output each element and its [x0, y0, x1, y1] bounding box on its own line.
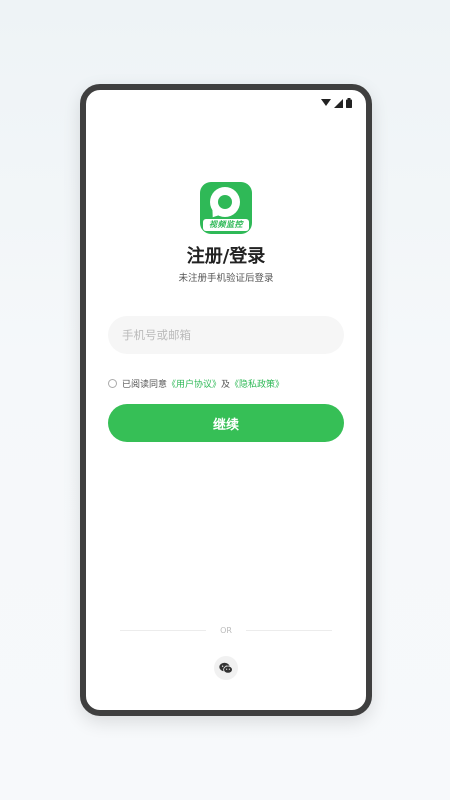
privacy-policy-link[interactable]: 《隐私政策》	[230, 377, 284, 390]
logo-text: 视频监控	[203, 219, 249, 231]
or-divider: OR	[120, 626, 333, 635]
agree-prefix: 已阅读同意	[122, 380, 168, 390]
agreement-row: 已阅读同意 《用户协议》 及 《隐私政策》	[108, 377, 284, 390]
or-label: OR	[220, 626, 232, 635]
signal-icon	[334, 98, 343, 108]
battery-icon	[346, 98, 352, 108]
wechat-login-button[interactable]	[214, 656, 238, 680]
app-logo: 视频监控	[200, 182, 252, 234]
continue-button[interactable]: 继续	[108, 404, 344, 442]
wechat-icon	[219, 662, 233, 674]
page-subtitle: 未注册手机验证后登录	[178, 273, 274, 284]
agree-checkbox[interactable]	[108, 379, 117, 388]
user-agreement-link[interactable]: 《用户协议》	[167, 377, 221, 390]
phone-frame: 视频监控 注册/登录 未注册手机验证后登录 已阅读同意 《用户协议》 及 《隐私…	[80, 84, 372, 716]
page-title: 注册/登录	[186, 246, 266, 267]
account-input[interactable]	[108, 316, 344, 354]
status-bar	[321, 98, 352, 108]
agree-and: 及	[221, 380, 231, 390]
wifi-icon	[321, 99, 331, 106]
